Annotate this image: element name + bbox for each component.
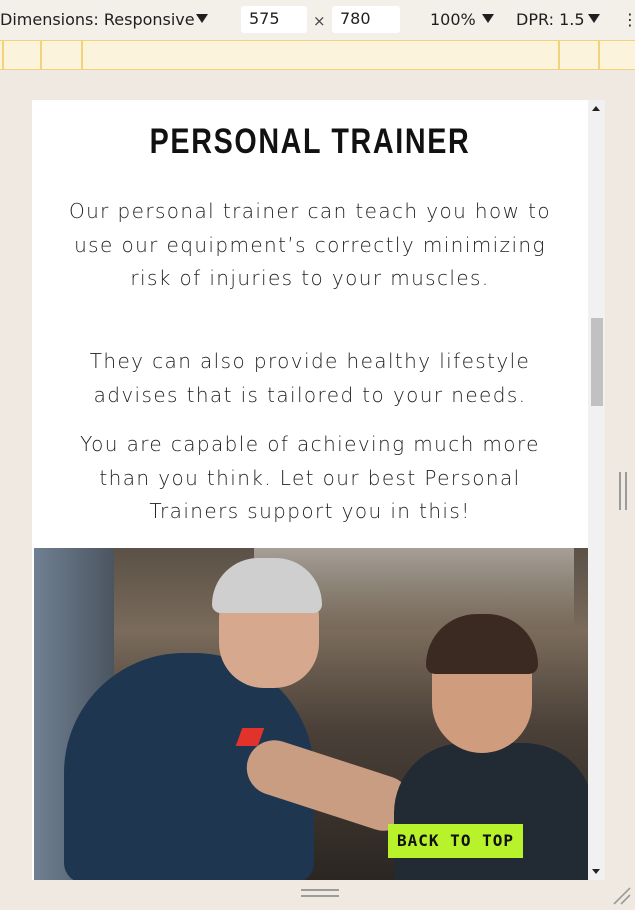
times-symbol: × xyxy=(313,12,326,30)
scroll-thumb[interactable] xyxy=(591,318,603,406)
dimensions-select[interactable]: Dimensions: Responsive xyxy=(0,10,195,29)
dpr-select[interactable]: DPR: 1.5 xyxy=(516,10,585,29)
viewport-scrollbar[interactable] xyxy=(588,100,605,880)
media-query-segment[interactable] xyxy=(558,41,598,69)
media-query-segment[interactable] xyxy=(598,41,635,69)
device-viewport: PERSONAL TRAINER Our personal trainer ca… xyxy=(32,100,605,880)
resize-grip-icon[interactable] xyxy=(612,886,632,906)
device-toolbar: Dimensions: Responsive 575 × 780 100% DP… xyxy=(0,0,635,40)
page-content: PERSONAL TRAINER Our personal trainer ca… xyxy=(32,100,588,880)
page-title: PERSONAL TRAINER xyxy=(149,122,471,161)
scroll-up-icon[interactable] xyxy=(592,106,600,111)
dimensions-caret-icon[interactable] xyxy=(196,14,208,23)
motivation-paragraph: You are capable of achieving much more t… xyxy=(80,432,540,523)
width-input[interactable]: 575 xyxy=(241,6,307,33)
media-query-segment[interactable] xyxy=(40,41,81,69)
media-query-bar xyxy=(0,40,635,70)
scroll-down-icon[interactable] xyxy=(592,869,600,874)
back-to-top-button[interactable]: BACK TO TOP xyxy=(388,824,523,858)
dpr-caret-icon[interactable] xyxy=(588,14,600,23)
height-input[interactable]: 780 xyxy=(332,6,400,33)
photo-client-body xyxy=(394,743,588,880)
media-query-segment[interactable] xyxy=(81,41,558,69)
bottom-resize-handle[interactable] xyxy=(301,889,339,897)
intro-paragraph: Our personal trainer can teach you how t… xyxy=(68,199,552,290)
more-options-icon[interactable]: ⋮ xyxy=(622,10,635,29)
zoom-select[interactable]: 100% xyxy=(430,10,476,29)
lifestyle-paragraph: They can also provide healthy lifestyle … xyxy=(89,349,531,407)
media-query-segment[interactable] xyxy=(2,41,40,69)
zoom-caret-icon[interactable] xyxy=(482,14,494,23)
right-resize-handle[interactable] xyxy=(619,472,627,510)
